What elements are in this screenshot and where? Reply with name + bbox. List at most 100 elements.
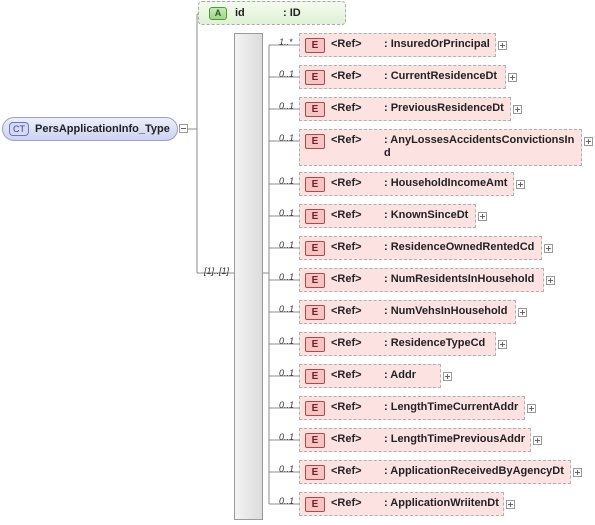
element-ref-label: <Ref>	[331, 209, 362, 221]
element-badge: E	[305, 209, 325, 224]
occurrence-label: 0..1	[279, 496, 295, 506]
occurrence-label: 0..1	[279, 272, 295, 282]
element-name: : LengthTimeCurrentAddr	[384, 401, 519, 413]
occurrence-label: 0..1	[279, 208, 295, 218]
expand-icon[interactable]	[584, 137, 593, 146]
element-badge: E	[305, 273, 325, 288]
occurrence-label: 0..1	[279, 101, 295, 111]
occurrence-label: 0..1	[279, 432, 295, 442]
sequence-compositor[interactable]	[234, 33, 263, 520]
attribute-type: : ID	[283, 7, 301, 19]
element-badge: E	[305, 70, 325, 85]
element-badge: E	[305, 102, 325, 117]
expand-icon[interactable]	[546, 276, 555, 285]
element-name: : ApplicationReceivedByAgencyDt	[384, 465, 564, 477]
expand-icon[interactable]	[544, 244, 553, 253]
element-ref-label: <Ref>	[331, 433, 362, 445]
element-ref-label: <Ref>	[331, 401, 362, 413]
element-badge: E	[305, 433, 325, 448]
expand-icon[interactable]	[506, 500, 515, 509]
element-ref-label: <Ref>	[331, 134, 362, 146]
occurrence-label: 0..1	[279, 368, 295, 378]
element-badge: E	[305, 401, 325, 416]
occurrence-label: 0..1	[279, 304, 295, 314]
element-box[interactable]: E <Ref> : AnyLossesAccidentsConvictionsInd	[299, 129, 582, 166]
element-name: : NumResidentsInHousehold	[384, 273, 535, 285]
complex-type-box[interactable]: CT PersApplicationInfo_Type	[2, 117, 178, 141]
sequence-occurrence: [1]..[1]	[204, 266, 230, 276]
element-box[interactable]: E <Ref> : PreviousResidenceDt	[299, 97, 511, 121]
element-badge: E	[305, 134, 325, 149]
element-ref-label: <Ref>	[331, 305, 362, 317]
element-box[interactable]: E <Ref> : LengthTimeCurrentAddr	[299, 396, 525, 420]
element-ref-label: <Ref>	[331, 241, 362, 253]
element-ref-label: <Ref>	[331, 273, 362, 285]
occurrence-label: 0..1	[279, 336, 295, 346]
element-box[interactable]: E <Ref> : ApplicationReceivedByAgencyDt	[299, 460, 571, 484]
complex-type-name: PersApplicationInfo_Type	[35, 123, 170, 135]
element-name: : PreviousResidenceDt	[384, 102, 504, 114]
element-box[interactable]: E <Ref> : HouseholdIncomeAmt	[299, 172, 514, 196]
expand-icon[interactable]	[443, 372, 452, 381]
element-ref-label: <Ref>	[331, 38, 362, 50]
occurrence-label: 0..1	[279, 133, 295, 143]
element-badge: E	[305, 497, 325, 512]
element-name: : ApplicationWriitenDt	[384, 497, 499, 509]
collapse-toggle-icon[interactable]	[179, 124, 188, 133]
element-box[interactable]: E <Ref> : ApplicationWriitenDt	[299, 492, 504, 516]
expand-icon[interactable]	[573, 468, 582, 477]
complex-type-badge: CT	[9, 122, 29, 136]
element-name: : InsuredOrPrincipal	[384, 38, 490, 50]
element-badge: E	[305, 465, 325, 480]
element-box[interactable]: E <Ref> : Addr	[299, 364, 441, 388]
expand-icon[interactable]	[478, 212, 487, 221]
expand-icon[interactable]	[533, 436, 542, 445]
occurrence-label: 0..1	[279, 240, 295, 250]
element-name: : KnownSinceDt	[384, 209, 469, 221]
occurrence-label: 1..*	[279, 37, 293, 47]
element-box[interactable]: E <Ref> : CurrentResidenceDt	[299, 65, 506, 89]
expand-icon[interactable]	[527, 404, 536, 413]
element-badge: E	[305, 177, 325, 192]
element-badge: E	[305, 305, 325, 320]
element-badge: E	[305, 337, 325, 352]
element-name: : NumVehsInHousehold	[384, 305, 508, 317]
element-name: : HouseholdIncomeAmt	[384, 177, 508, 189]
element-ref-label: <Ref>	[331, 70, 362, 82]
expand-icon[interactable]	[508, 73, 517, 82]
expand-icon[interactable]	[516, 180, 525, 189]
expand-icon[interactable]	[518, 308, 527, 317]
attribute-badge: A	[209, 6, 227, 20]
expand-icon[interactable]	[498, 340, 507, 349]
expand-icon[interactable]	[513, 105, 522, 114]
element-box[interactable]: E <Ref> : NumResidentsInHousehold	[299, 268, 544, 292]
element-box[interactable]: E <Ref> : NumVehsInHousehold	[299, 300, 516, 324]
occurrence-label: 0..1	[279, 464, 295, 474]
element-name: : ResidenceOwnedRentedCd	[384, 241, 535, 253]
element-box[interactable]: E <Ref> : ResidenceOwnedRentedCd	[299, 236, 542, 260]
expand-icon[interactable]	[498, 41, 507, 50]
element-badge: E	[305, 38, 325, 53]
element-ref-label: <Ref>	[331, 337, 362, 349]
element-name: : AnyLossesAccidentsConvictionsInd	[384, 134, 575, 159]
element-ref-label: <Ref>	[331, 465, 362, 477]
element-box[interactable]: E <Ref> : KnownSinceDt	[299, 204, 476, 228]
element-badge: E	[305, 369, 325, 384]
element-ref-label: <Ref>	[331, 177, 362, 189]
element-name: : Addr	[384, 369, 416, 381]
attribute-box[interactable]: A id : ID	[198, 1, 346, 25]
element-ref-label: <Ref>	[331, 497, 362, 509]
element-box[interactable]: E <Ref> : InsuredOrPrincipal	[299, 33, 496, 57]
occurrence-label: 0..1	[279, 400, 295, 410]
element-name: : ResidenceTypeCd	[384, 337, 486, 349]
element-name: : CurrentResidenceDt	[384, 70, 498, 82]
element-badge: E	[305, 241, 325, 256]
element-box[interactable]: E <Ref> : LengthTimePreviousAddr	[299, 428, 531, 452]
attribute-name: id	[235, 7, 245, 19]
element-name: : LengthTimePreviousAddr	[384, 433, 525, 445]
element-ref-label: <Ref>	[331, 369, 362, 381]
element-box[interactable]: E <Ref> : ResidenceTypeCd	[299, 332, 496, 356]
occurrence-label: 0..1	[279, 176, 295, 186]
occurrence-label: 0..1	[279, 69, 295, 79]
element-ref-label: <Ref>	[331, 102, 362, 114]
